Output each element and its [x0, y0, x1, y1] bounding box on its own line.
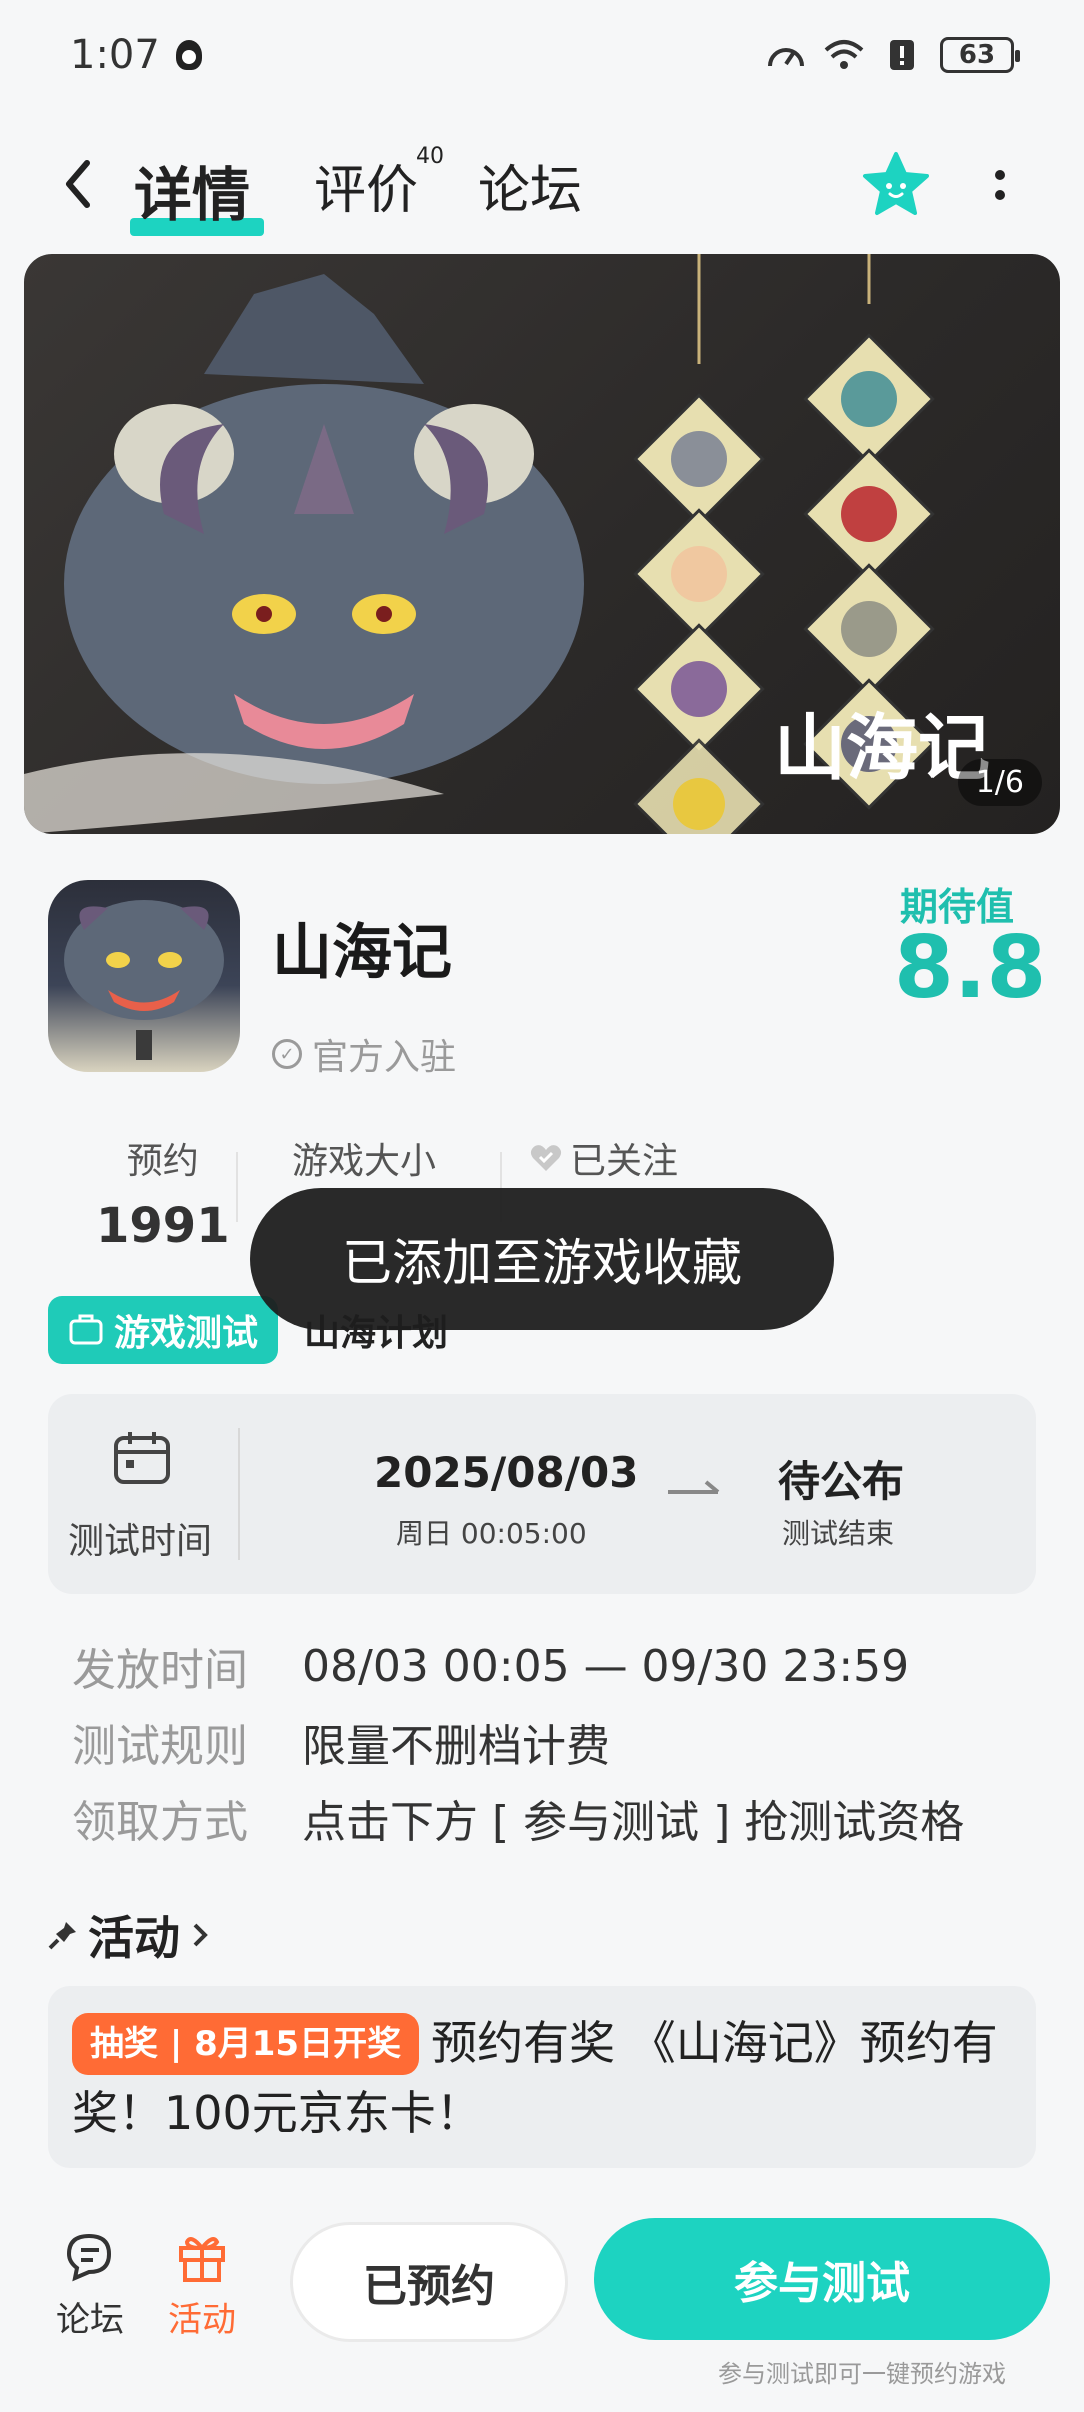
check-circle-icon: ✓: [272, 1039, 302, 1069]
tab-reviews-label: 评价: [314, 161, 419, 221]
info-value: 08/03 00:05 — 09/30 23:59: [302, 1640, 910, 1692]
qq-notification-icon: [175, 40, 202, 70]
tab-reviews-count: 40: [416, 144, 445, 169]
bottom-nav-forum[interactable]: 论坛: [56, 2228, 124, 2341]
stat-game-size: 游戏大小: [292, 1132, 436, 1184]
info-label: 发放时间: [72, 1645, 248, 1696]
info-row-claim-method: 领取方式 点击下方 [ 参与测试 ] 抢测试资格: [72, 1780, 964, 1856]
toast-message: 已添加至游戏收藏: [250, 1188, 834, 1330]
expectation-score: 8.8: [894, 918, 1047, 1018]
stat-reservations-label: 预约: [126, 1141, 199, 1182]
alert-icon: [882, 38, 922, 72]
speed-icon: [766, 38, 806, 72]
official-label: 官方入驻: [312, 1037, 457, 1078]
game-app-icon: [48, 880, 240, 1072]
stat-game-size-label: 游戏大小: [292, 1141, 437, 1182]
heart-icon: [530, 1145, 562, 1171]
reserved-button[interactable]: 已预约: [290, 2222, 568, 2342]
test-end-label: 测试结束: [782, 1517, 895, 1550]
gift-icon: [179, 2237, 225, 2282]
info-value: 限量不删档计费: [302, 1721, 610, 1772]
info-row-release-time: 发放时间 08/03 00:05 — 09/30 23:59: [72, 1628, 964, 1704]
follow-status[interactable]: 已关注: [530, 1132, 678, 1184]
wifi-icon: [824, 38, 864, 72]
info-label: 领取方式: [72, 1797, 248, 1848]
tab-reviews[interactable]: 评价 40: [314, 144, 444, 223]
arrow-right-icon: [668, 1480, 720, 1494]
test-start-date: 2025/08/03: [374, 1448, 639, 1497]
official-badge: ✓ 官方入驻: [272, 1028, 456, 1080]
more-options-button[interactable]: [980, 160, 1020, 210]
activity-section-header[interactable]: 活动: [48, 1902, 210, 1968]
calendar-icon: [114, 1432, 170, 1484]
back-button[interactable]: [58, 154, 98, 214]
tab-forum-label: 论坛: [478, 161, 583, 221]
bottom-action-bar: 论坛 活动 已预约 参与测试 参与测试即可一键预约游戏: [0, 2204, 1084, 2412]
bottom-nav-activity-label: 活动: [168, 2300, 236, 2340]
test-time-label: 测试时间: [68, 1521, 213, 1562]
tab-details-label: 详情: [134, 161, 251, 229]
info-row-test-rules: 测试规则 限量不删档计费: [72, 1704, 964, 1780]
status-time: 1:07: [70, 32, 160, 78]
chat-bubble-icon: [66, 2233, 112, 2282]
game-banner[interactable]: 山海记 1/6: [24, 254, 1060, 834]
chevron-left-icon: [66, 160, 90, 208]
test-icon: [69, 1314, 103, 1345]
bottom-nav-forum-label: 论坛: [56, 2300, 124, 2340]
activity-card[interactable]: 抽奖 | 8月15日开奖 预约有奖 《山海记》预约有奖！100元京东卡！: [48, 1986, 1036, 2168]
join-test-button[interactable]: 参与测试: [594, 2218, 1050, 2340]
battery-indicator: 63: [940, 37, 1020, 73]
chevron-right-icon: [193, 1923, 208, 1947]
pin-icon: [48, 1922, 76, 1950]
activity-heading: 活动: [88, 1911, 180, 1965]
banner-page-counter: 1/6: [957, 759, 1042, 806]
join-test-hint: 参与测试即可一键预约游戏: [718, 2360, 1006, 2388]
more-vertical-icon: [995, 170, 1005, 180]
game-test-tag[interactable]: 游戏测试: [48, 1296, 279, 1364]
game-title: 山海记: [272, 918, 452, 988]
status-icons: 63: [766, 37, 1020, 73]
stat-reservations: 预约 1991: [96, 1132, 230, 1254]
test-start-time: 周日 00:05:00: [396, 1517, 587, 1550]
info-label: 测试规则: [72, 1721, 248, 1772]
status-bar: 1:07 63: [0, 0, 1084, 110]
stat-divider: [236, 1152, 238, 1222]
tab-forum[interactable]: 论坛: [478, 148, 582, 223]
bottom-nav-activity[interactable]: 活动: [168, 2228, 236, 2341]
follow-label: 已关注: [570, 1141, 679, 1182]
lottery-tag: 抽奖 | 8月15日开奖: [72, 2013, 420, 2075]
card-divider: [238, 1428, 240, 1560]
test-end-date: 待公布: [778, 1457, 905, 1506]
star-icon: [863, 152, 929, 215]
game-test-tag-label: 游戏测试: [114, 1313, 259, 1354]
top-nav: 详情 评价 40 论坛: [0, 130, 1084, 240]
info-value: 点击下方 [ 参与测试 ] 抢测试资格: [302, 1797, 965, 1848]
stat-reservations-value: 1991: [96, 1198, 230, 1254]
test-info-list: 发放时间 08/03 00:05 — 09/30 23:59 测试规则 限量不删…: [72, 1628, 964, 1856]
test-time-card: 测试时间 2025/08/03 周日 00:05:00 待公布 测试结束: [48, 1394, 1036, 1594]
favorite-button[interactable]: [860, 150, 932, 222]
tab-details[interactable]: 详情: [130, 148, 264, 236]
